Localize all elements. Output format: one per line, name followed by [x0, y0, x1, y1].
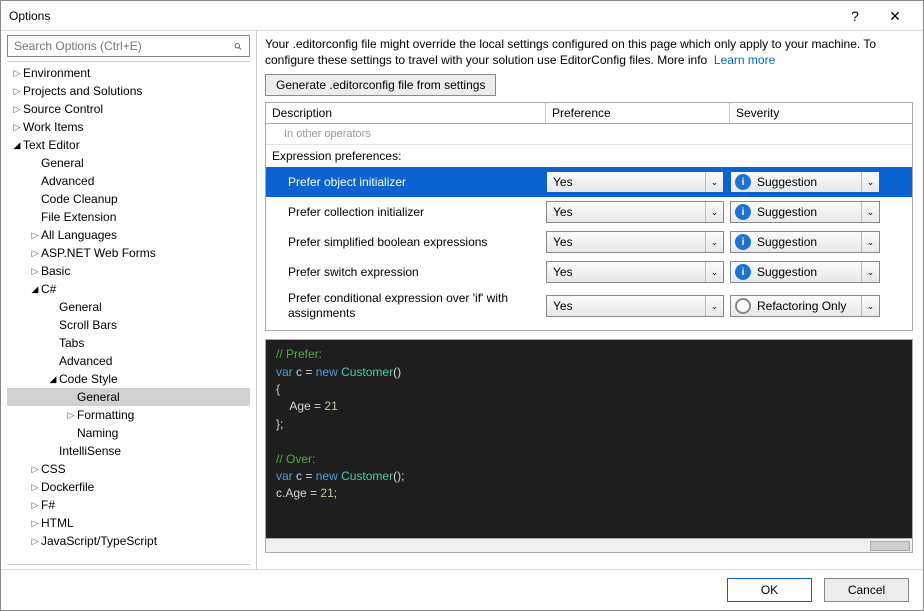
- learn-more-link[interactable]: Learn more: [714, 53, 775, 67]
- chevron-down-icon: ⌄: [861, 202, 879, 222]
- scroll-thumb[interactable]: [870, 541, 910, 551]
- col-severity[interactable]: Severity: [730, 103, 912, 123]
- chevron-down-icon: ⌄: [861, 296, 879, 316]
- tree-cst-general[interactable]: General: [7, 388, 250, 406]
- chevron-down-icon: ⌄: [705, 172, 723, 192]
- info-icon: i: [735, 174, 751, 190]
- options-dialog: Options ? ✕ ▷Environment ▷Projects and S…: [0, 0, 924, 611]
- pref-dropdown[interactable]: Yes⌄: [546, 295, 724, 317]
- main-panel: Your .editorconfig file might override t…: [257, 31, 923, 569]
- tree-work-items[interactable]: ▷Work Items: [7, 118, 250, 136]
- tree-cst-naming[interactable]: Naming: [7, 424, 250, 442]
- chevron-down-icon: ⌄: [861, 262, 879, 282]
- help-icon[interactable]: ?: [835, 1, 875, 31]
- chevron-down-icon: ⌄: [861, 172, 879, 192]
- info-icon: i: [735, 234, 751, 250]
- tree-environment[interactable]: ▷Environment: [7, 64, 250, 82]
- chevron-down-icon: ⌄: [861, 232, 879, 252]
- editorconfig-notice: Your .editorconfig file might override t…: [265, 37, 913, 68]
- horizontal-scrollbar[interactable]: [265, 539, 913, 553]
- settings-grid[interactable]: In other operators Expression preference…: [265, 123, 913, 331]
- generate-editorconfig-button[interactable]: Generate .editorconfig file from setting…: [265, 74, 496, 96]
- sev-dropdown[interactable]: Refactoring Only⌄: [730, 295, 880, 317]
- sev-dropdown[interactable]: iSuggestion⌄: [730, 261, 880, 283]
- cancel-button[interactable]: Cancel: [824, 578, 909, 602]
- pref-dropdown[interactable]: Yes⌄: [546, 231, 724, 253]
- titlebar: Options ? ✕: [1, 1, 923, 31]
- search-input[interactable]: [7, 35, 250, 57]
- info-icon: i: [735, 204, 751, 220]
- prev-row-stub: In other operators: [266, 124, 912, 145]
- tree-te-html[interactable]: ▷HTML: [7, 514, 250, 532]
- tree-te-dockerfile[interactable]: ▷Dockerfile: [7, 478, 250, 496]
- dialog-footer: OK Cancel: [1, 569, 923, 610]
- pref-dropdown[interactable]: Yes⌄: [546, 171, 724, 193]
- pref-dropdown[interactable]: Yes⌄: [546, 201, 724, 223]
- row-prefer-switch-expression[interactable]: Prefer switch expression Yes⌄ iSuggestio…: [266, 257, 912, 287]
- pref-dropdown[interactable]: Yes⌄: [546, 261, 724, 283]
- sev-dropdown[interactable]: iSuggestion⌄: [730, 201, 880, 223]
- circle-icon: [735, 298, 751, 314]
- tree-cs-intellisense[interactable]: IntelliSense: [7, 442, 250, 460]
- grid-header: Description Preference Severity: [265, 102, 913, 123]
- sev-dropdown[interactable]: iSuggestion⌄: [730, 171, 880, 193]
- tree-cs-general[interactable]: General: [7, 298, 250, 316]
- tree-te-file-extension[interactable]: File Extension: [7, 208, 250, 226]
- tree-te-aspnet[interactable]: ▷ASP.NET Web Forms: [7, 244, 250, 262]
- tree-projects-solutions[interactable]: ▷Projects and Solutions: [7, 82, 250, 100]
- sev-dropdown[interactable]: iSuggestion⌄: [730, 231, 880, 253]
- sidebar: ▷Environment ▷Projects and Solutions ▷So…: [1, 31, 257, 569]
- row-prefer-collection-initializer[interactable]: Prefer collection initializer Yes⌄ iSugg…: [266, 197, 912, 227]
- tree-te-general[interactable]: General: [7, 154, 250, 172]
- tree-te-css[interactable]: ▷CSS: [7, 460, 250, 478]
- tree-te-js-ts[interactable]: ▷JavaScript/TypeScript: [7, 532, 250, 550]
- chevron-down-icon: ⌄: [705, 296, 723, 316]
- chevron-down-icon: ⌄: [705, 232, 723, 252]
- section-expression-prefs: Expression preferences:: [266, 145, 912, 167]
- tree-cs-codestyle[interactable]: ◢Code Style: [7, 370, 250, 388]
- tree-te-fsharp[interactable]: ▷F#: [7, 496, 250, 514]
- tree-cs-advanced[interactable]: Advanced: [7, 352, 250, 370]
- tree-te-all-languages[interactable]: ▷All Languages: [7, 226, 250, 244]
- row-prefer-conditional-over-if[interactable]: Prefer conditional expression over 'if' …: [266, 287, 912, 325]
- ok-button[interactable]: OK: [727, 578, 812, 602]
- chevron-down-icon: ⌄: [705, 202, 723, 222]
- tree-te-csharp[interactable]: ◢C#: [7, 280, 250, 298]
- tree-text-editor[interactable]: ◢Text Editor: [7, 136, 250, 154]
- tree-cst-formatting[interactable]: ▷Formatting: [7, 406, 250, 424]
- row-prefer-object-initializer[interactable]: Prefer object initializer Yes⌄ iSuggesti…: [266, 167, 912, 197]
- window-title: Options: [9, 9, 835, 23]
- tree-te-advanced[interactable]: Advanced: [7, 172, 250, 190]
- tree-te-code-cleanup[interactable]: Code Cleanup: [7, 190, 250, 208]
- info-icon: i: [735, 264, 751, 280]
- tree-te-basic[interactable]: ▷Basic: [7, 262, 250, 280]
- tree-cs-tabs[interactable]: Tabs: [7, 334, 250, 352]
- tree-source-control[interactable]: ▷Source Control: [7, 100, 250, 118]
- chevron-down-icon: ⌄: [705, 262, 723, 282]
- col-preference[interactable]: Preference: [546, 103, 730, 123]
- col-description[interactable]: Description: [266, 103, 546, 123]
- row-prefer-simplified-bool[interactable]: Prefer simplified boolean expressions Ye…: [266, 227, 912, 257]
- search-icon[interactable]: [228, 36, 248, 56]
- tree-cs-scrollbars[interactable]: Scroll Bars: [7, 316, 250, 334]
- options-tree[interactable]: ▷Environment ▷Projects and Solutions ▷So…: [7, 61, 250, 565]
- close-icon[interactable]: ✕: [875, 1, 915, 31]
- code-preview: // Prefer: var c = new Customer() { Age …: [265, 339, 913, 539]
